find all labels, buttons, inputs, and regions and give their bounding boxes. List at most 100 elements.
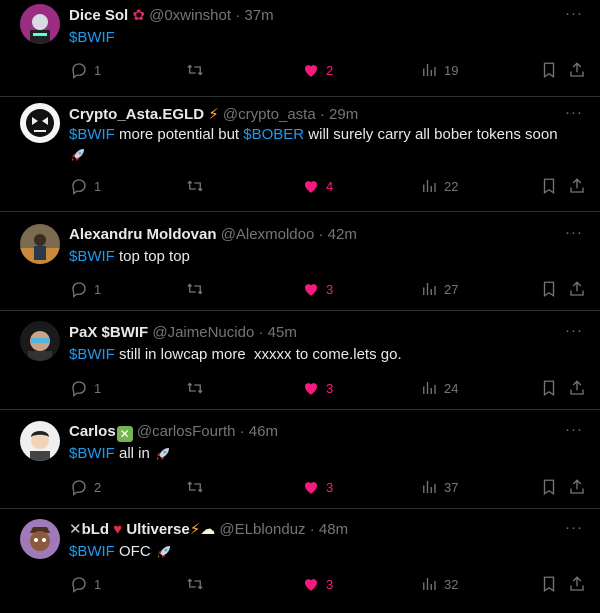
heart-icon xyxy=(305,383,317,395)
reply-button[interactable]: 1 xyxy=(70,378,101,398)
retweet-button[interactable] xyxy=(186,477,204,497)
bookmark-button[interactable] xyxy=(540,60,558,80)
timestamp[interactable]: 45m xyxy=(268,324,297,341)
bookmark-button[interactable] xyxy=(540,574,558,594)
cashtag-link[interactable]: $BWIF xyxy=(69,248,115,265)
avatar[interactable] xyxy=(20,321,60,361)
bookmark-button[interactable] xyxy=(540,378,558,398)
timestamp[interactable]: 37m xyxy=(244,7,273,24)
display-name[interactable]: Alexandru Moldovan xyxy=(69,226,217,243)
share-button[interactable] xyxy=(568,176,586,196)
handle[interactable]: @JaimeNucido xyxy=(152,324,254,341)
more-icon[interactable]: ··· xyxy=(564,6,584,27)
share-button[interactable] xyxy=(568,378,586,398)
display-name[interactable]: PaX $BWIF xyxy=(69,324,148,341)
views-button[interactable]: 22 xyxy=(420,176,458,196)
retweet-button[interactable] xyxy=(186,176,204,196)
tweet[interactable]: Carlos ✕ @carlosFourth · 46m ··· $BWIF al… xyxy=(0,410,600,509)
like-count: 4 xyxy=(326,178,334,194)
display-name[interactable]: Crypto_Asta.EGLD xyxy=(69,106,204,123)
retweet-button[interactable] xyxy=(186,60,204,80)
tweet[interactable]: Dice Sol ✿ @0xwinshot · 37m ··· $BWIF 1 … xyxy=(0,0,600,97)
tweet[interactable]: PaX $BWIF @JaimeNucido · 45m ··· $BWIF s… xyxy=(0,311,600,410)
cashtag-link[interactable]: $BWIF xyxy=(69,346,115,363)
heart-icon xyxy=(305,579,317,591)
views-button[interactable]: 19 xyxy=(420,60,458,80)
share-button[interactable] xyxy=(568,279,586,299)
reply-button[interactable]: 1 xyxy=(70,176,101,196)
views-button[interactable]: 37 xyxy=(420,477,458,497)
views-button[interactable]: 24 xyxy=(420,378,458,398)
timestamp[interactable]: 42m xyxy=(328,226,357,243)
timestamp[interactable]: 29m xyxy=(329,106,358,123)
reply-button[interactable]: 1 xyxy=(70,574,101,594)
cashtag-link[interactable]: $BWIF xyxy=(69,126,115,143)
lightning-icon: ⚡ xyxy=(204,106,219,123)
more-icon[interactable]: ··· xyxy=(564,520,584,541)
cashtag-link[interactable]: $BWIF xyxy=(69,29,115,46)
tweet[interactable]: ✕bLd ♥ Ultiverse⚡☁ @ELblonduz · 48m ··· … xyxy=(0,509,600,613)
heart-icon xyxy=(305,181,317,193)
share-button[interactable] xyxy=(568,477,586,497)
cashtag-link[interactable]: $BWIF xyxy=(69,445,115,462)
reply-button[interactable]: 1 xyxy=(70,279,101,299)
share-button[interactable] xyxy=(568,574,586,594)
more-icon[interactable]: ··· xyxy=(564,225,584,246)
rocket-icon xyxy=(157,546,170,559)
action-bar: 1 3 27 xyxy=(62,279,588,299)
views-button[interactable]: 32 xyxy=(420,574,458,594)
more-icon[interactable]: ··· xyxy=(564,323,584,344)
handle[interactable]: @crypto_asta xyxy=(223,106,316,123)
avatar[interactable] xyxy=(20,103,60,143)
bookmark-icon xyxy=(543,479,555,496)
action-bar: 1 2 19 xyxy=(62,60,588,80)
handle[interactable]: @carlosFourth xyxy=(137,423,236,440)
bookmark-button[interactable] xyxy=(540,176,558,196)
cashtag-link[interactable]: $BOBER xyxy=(243,126,304,143)
like-button[interactable]: 3 xyxy=(302,477,333,497)
rose-icon: ✿ xyxy=(128,7,145,24)
separator: · xyxy=(258,324,264,341)
like-count: 3 xyxy=(326,479,334,495)
views-button[interactable]: 27 xyxy=(420,279,458,299)
tweet[interactable]: Crypto_Asta.EGLD ⚡ @crypto_asta · 29m ··… xyxy=(0,97,600,212)
more-icon[interactable]: ··· xyxy=(564,422,584,443)
display-name[interactable]: Carlos xyxy=(69,423,116,440)
display-name-part[interactable]: Ultiverse xyxy=(126,521,189,538)
like-count: 3 xyxy=(326,281,334,297)
separator: · xyxy=(318,226,324,243)
display-name[interactable]: Dice Sol xyxy=(69,7,128,24)
tweet[interactable]: Alexandru Moldovan @Alexmoldoo · 42m ···… xyxy=(0,212,600,311)
like-button[interactable]: 2 xyxy=(302,60,333,80)
timestamp[interactable]: 48m xyxy=(319,521,348,538)
view-count: 37 xyxy=(444,479,459,495)
retweet-button[interactable] xyxy=(186,574,204,594)
retweet-button[interactable] xyxy=(186,378,204,398)
share-button[interactable] xyxy=(568,60,586,80)
avatar[interactable] xyxy=(20,224,60,264)
bookmark-button[interactable] xyxy=(540,477,558,497)
like-button[interactable]: 4 xyxy=(302,176,333,196)
avatar[interactable] xyxy=(20,421,60,461)
display-name[interactable]: bLd xyxy=(82,521,110,538)
more-icon[interactable]: ··· xyxy=(564,105,584,126)
tweet-header: Crypto_Asta.EGLD ⚡ @crypto_asta · 29m xyxy=(69,105,358,125)
handle[interactable]: @0xwinshot xyxy=(149,7,231,24)
reply-button[interactable]: 2 xyxy=(70,477,101,497)
heart-icon xyxy=(305,65,317,77)
reply-button[interactable]: 1 xyxy=(70,60,101,80)
retweet-button[interactable] xyxy=(186,279,204,299)
avatar[interactable] xyxy=(20,4,60,44)
cashtag-link[interactable]: $BWIF xyxy=(69,543,115,560)
bookmark-button[interactable] xyxy=(540,279,558,299)
share-icon xyxy=(570,62,584,77)
avatar[interactable] xyxy=(20,519,60,559)
handle[interactable]: @ELblonduz xyxy=(219,521,305,538)
timestamp[interactable]: 46m xyxy=(249,423,278,440)
reply-icon xyxy=(72,282,86,298)
separator: · xyxy=(319,106,325,123)
handle[interactable]: @Alexmoldoo xyxy=(221,226,315,243)
like-button[interactable]: 3 xyxy=(302,279,333,299)
like-button[interactable]: 3 xyxy=(302,574,333,594)
like-button[interactable]: 3 xyxy=(302,378,333,398)
